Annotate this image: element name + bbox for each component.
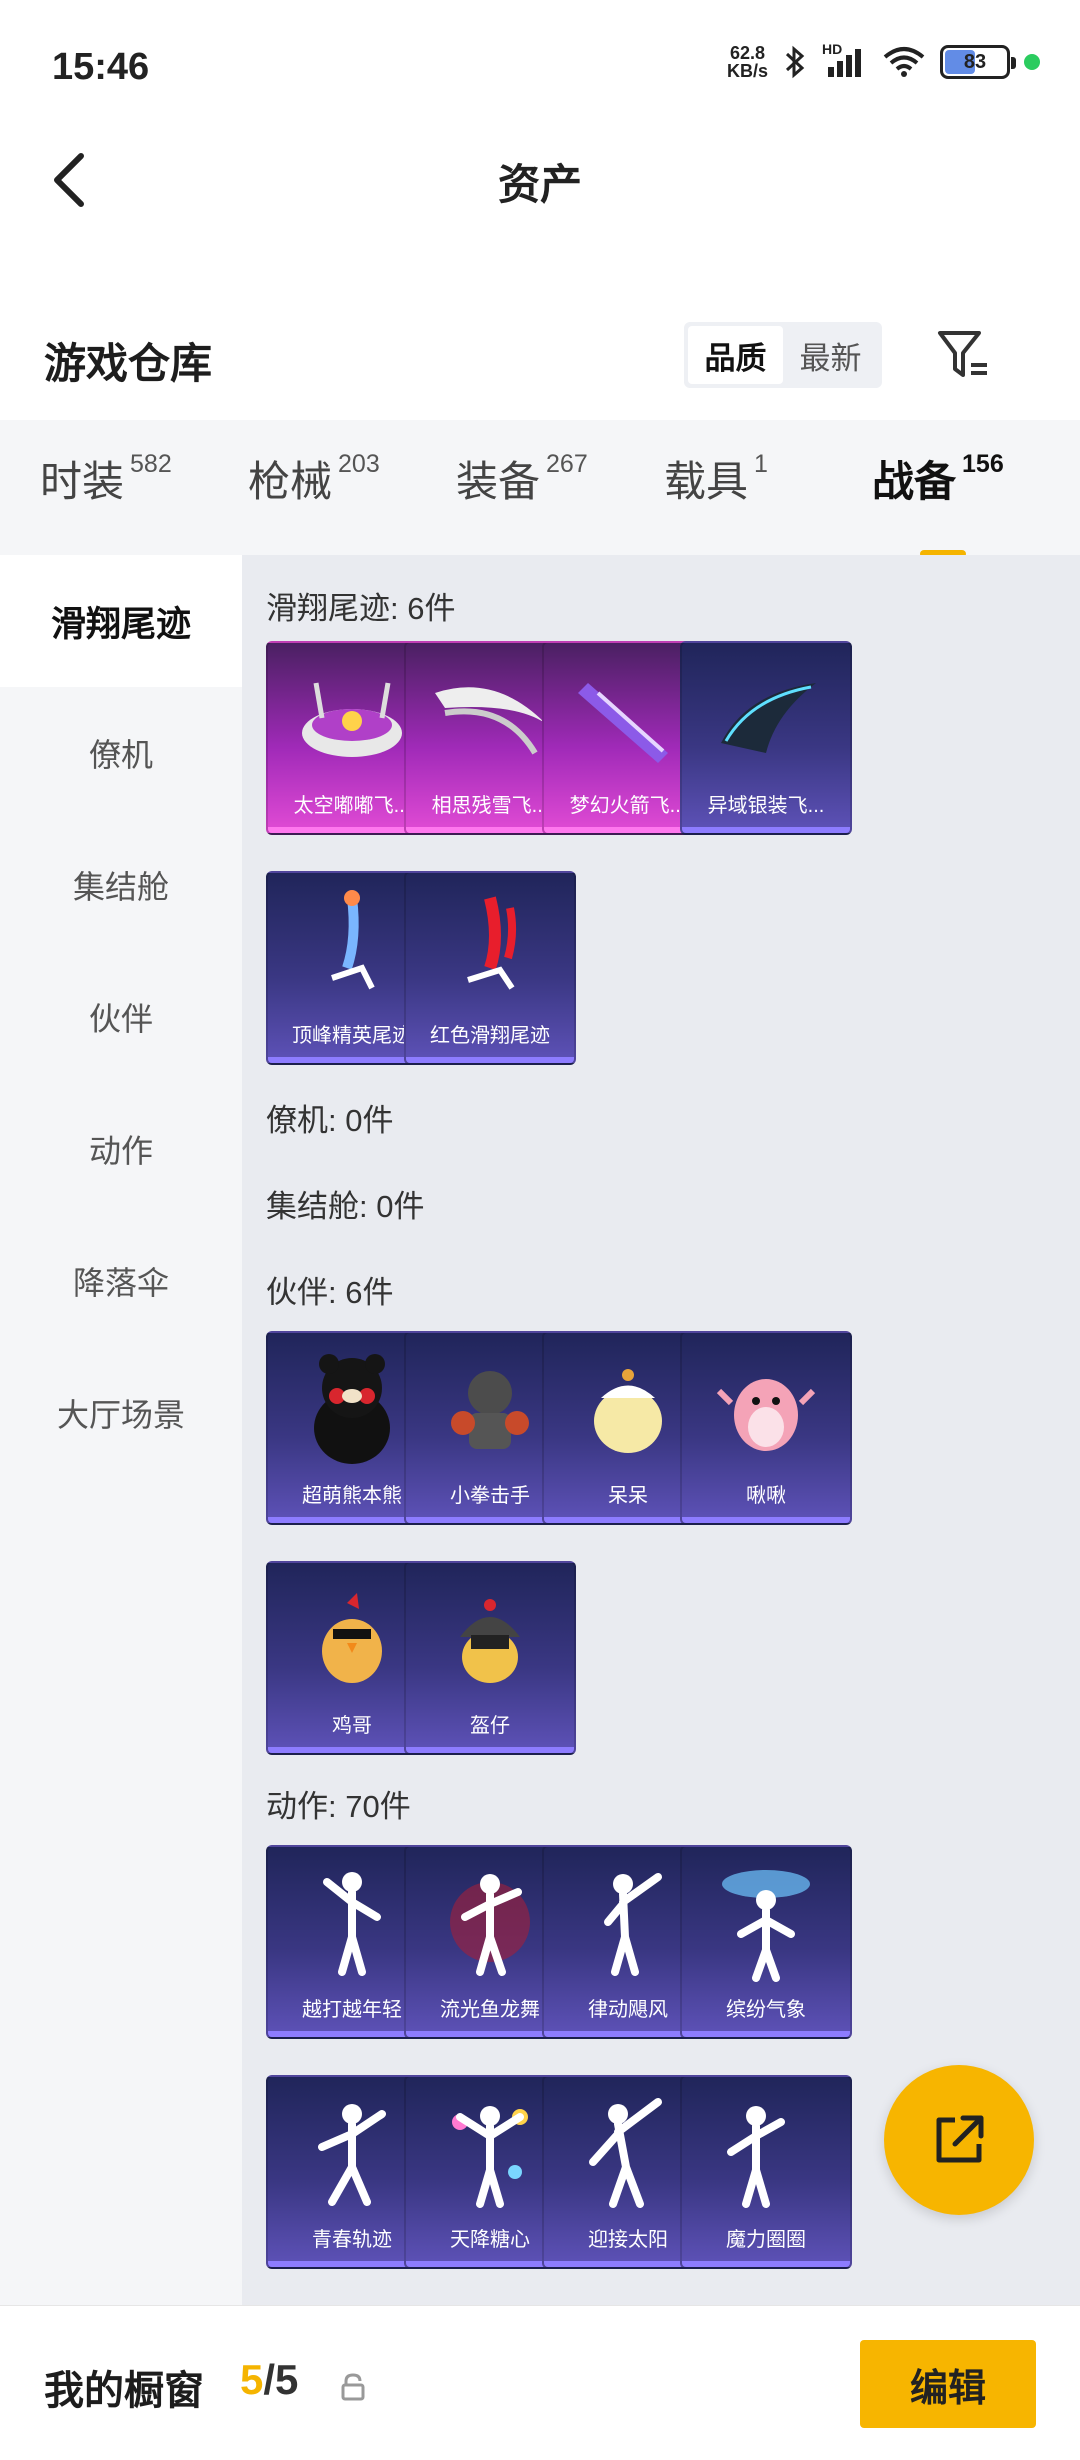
item-card[interactable]: 盔仔: [404, 1561, 576, 1755]
showcase-count: 5/5: [240, 2356, 299, 2403]
sort-quality-option[interactable]: 品质: [688, 326, 783, 384]
item-card[interactable]: 红色滑翔尾迹: [404, 871, 576, 1065]
item-image: [406, 873, 574, 1023]
sidebar-item-wingman[interactable]: 僚机: [0, 687, 242, 819]
app-header: 资产: [0, 135, 1080, 225]
status-icons: 62.8 KB/s HD 83: [726, 41, 1040, 81]
showcase-label: 我的橱窗: [44, 2369, 204, 2413]
sidebar-item-partner[interactable]: 伙伴: [0, 951, 242, 1083]
item-image: [682, 1333, 850, 1483]
sidebar-item-rally-pod[interactable]: 集结舱: [0, 819, 242, 951]
tab-guns[interactable]: 枪械 203: [248, 448, 456, 528]
battery-icon: 83: [940, 45, 1016, 79]
filter-button[interactable]: [930, 322, 996, 388]
sidebar-item-glide-trail[interactable]: 滑翔尾迹: [0, 555, 242, 687]
group-title-action: 动作: 70件: [266, 1789, 411, 1824]
net-speed: 62.8 KB/s: [726, 43, 768, 81]
item-card[interactable]: 啾啾: [680, 1331, 852, 1525]
section-title: 游戏仓库: [44, 340, 213, 387]
item-name: 啾啾: [746, 1485, 786, 1507]
filter-icon: [938, 331, 987, 377]
sort-toggle: 品质 最新: [684, 322, 882, 388]
sidebar-item-parachute[interactable]: 降落伞: [0, 1215, 242, 1347]
item-name: 魔力圈圈: [726, 2229, 806, 2251]
tab-equipment[interactable]: 装备 267: [456, 448, 664, 528]
external-link-icon: [936, 2115, 984, 2163]
wifi-icon: [883, 47, 925, 77]
category-tabs: 时装 582 枪械 203 装备 267 载具 1 战备 156: [0, 420, 1080, 558]
tab-combat-gear[interactable]: 战备 156: [872, 448, 1080, 558]
showcase-bar: 我的橱窗 5/5 编辑: [0, 2305, 1080, 2460]
group-title-glide: 滑翔尾迹: 6件: [266, 591, 456, 626]
group-title-wingman: 僚机: 0件: [266, 1103, 394, 1138]
item-name: 异域银装飞...: [707, 795, 825, 817]
edit-button[interactable]: 编辑: [860, 2340, 1036, 2428]
group-title-partner: 伙伴: 6件: [266, 1275, 394, 1310]
sidebar: 滑翔尾迹 僚机 集结舱 伙伴 动作 降落伞 大厅场景: [0, 555, 242, 2305]
sort-latest-option[interactable]: 最新: [783, 326, 878, 384]
sidebar-item-action[interactable]: 动作: [0, 1083, 242, 1215]
item-name: 红色滑翔尾迹: [430, 1025, 550, 1047]
tab-fashion[interactable]: 时装 582: [40, 448, 248, 528]
sidebar-item-lobby-scene[interactable]: 大厅场景: [0, 1347, 242, 1479]
item-grid: 滑翔尾迹: 6件 太空嘟嘟飞... 相思残雪飞... 梦幻火箭飞... 异域银装…: [242, 555, 1080, 2305]
status-bar: 15:46 62.8 KB/s HD 83: [0, 0, 1080, 135]
share-fab-button[interactable]: [884, 2065, 1034, 2215]
item-image: [406, 1563, 574, 1713]
item-card[interactable]: 缤纷气象: [680, 1845, 852, 2039]
group-title-pod: 集结舱: 0件: [266, 1189, 425, 1224]
item-image: [682, 1847, 850, 1997]
item-card[interactable]: 异域银装飞...: [680, 641, 852, 835]
item-name: 盔仔: [470, 1715, 510, 1737]
bluetooth-icon: [785, 45, 805, 79]
signal-indicator: HD: [822, 41, 868, 79]
item-image: [682, 2077, 850, 2227]
item-image: [682, 643, 850, 793]
lock-icon: [341, 2373, 365, 2401]
privacy-indicator-dot: [1024, 54, 1040, 70]
tab-vehicles[interactable]: 载具 1: [664, 448, 872, 528]
status-time: 15:46: [52, 46, 150, 88]
item-name: 缤纷气象: [726, 1999, 806, 2021]
page-title: 资产: [497, 161, 582, 208]
item-card[interactable]: 魔力圈圈: [680, 2075, 852, 2269]
